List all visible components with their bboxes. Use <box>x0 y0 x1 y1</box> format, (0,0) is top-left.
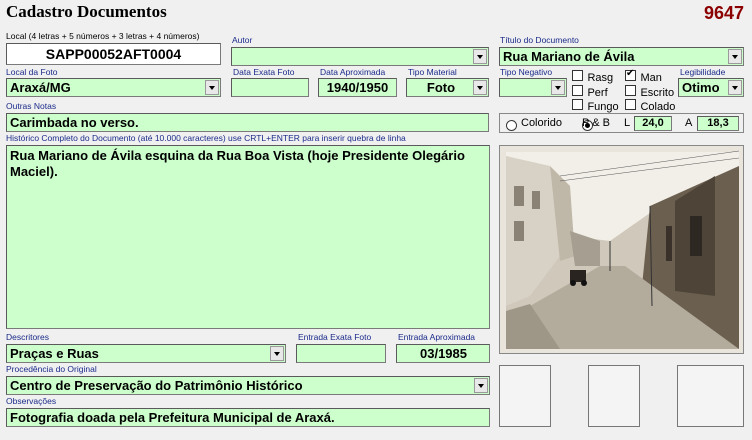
legibilidade-value: Otimo <box>682 80 720 95</box>
thumbnail-1[interactable] <box>499 365 551 427</box>
l-input[interactable]: 24,0 <box>634 116 672 131</box>
local-foto-value: Araxá/MG <box>10 80 71 95</box>
chevron-down-icon[interactable] <box>205 80 219 95</box>
autor-select[interactable] <box>231 47 489 66</box>
data-exata-foto-label: Data Exata Foto <box>233 67 295 77</box>
local-label: Local (4 letras + 5 números + 3 letras +… <box>6 31 200 41</box>
procedencia-label: Procedência do Original <box>6 364 97 374</box>
entrada-aproximada-label: Entrada Aproximada <box>398 332 476 342</box>
colorido-radio[interactable] <box>506 120 517 131</box>
data-aproximada-input[interactable]: 1940/1950 <box>318 78 397 97</box>
entrada-aproximada-input[interactable]: 03/1985 <box>396 344 490 363</box>
outras-notas-input[interactable]: Carimbada no verso. <box>6 113 489 132</box>
l-label: L <box>624 117 631 129</box>
observacoes-label: Observações <box>6 396 57 406</box>
chevron-down-icon[interactable] <box>474 378 488 393</box>
local-foto-label: Local da Foto <box>6 67 58 77</box>
record-number: 9647 <box>703 3 744 23</box>
local-foto-select[interactable]: Araxá/MG <box>6 78 221 97</box>
chevron-down-icon[interactable] <box>473 80 487 95</box>
outras-notas-label: Outras Notas <box>6 101 57 111</box>
colorido-label: Colorido <box>521 117 562 129</box>
tipo-material-select[interactable]: Foto <box>406 78 489 97</box>
page-title: Cadastro Documentos <box>6 2 167 21</box>
color-dimension-panel: Colorido P & B L 24,0 A 18,3 <box>499 113 744 133</box>
perf-checkbox[interactable] <box>572 85 583 96</box>
autor-label: Autor <box>232 35 253 45</box>
tipo-material-value: Foto <box>426 80 456 95</box>
tipo-material-label: Tipo Material <box>408 67 457 77</box>
procedencia-value: Centro de Preservação do Patrimônio Hist… <box>10 378 303 393</box>
data-aproximada-label: Data Aproximada <box>320 67 386 77</box>
chevron-down-icon[interactable] <box>728 49 742 64</box>
historico-label: Histórico Completo do Documento (até 10.… <box>6 133 406 143</box>
thumbnail-2[interactable] <box>588 365 640 427</box>
local-input[interactable]: SAPP00052AFT0004 <box>6 43 221 65</box>
rasg-checkbox[interactable] <box>572 70 583 81</box>
document-photo <box>499 145 744 354</box>
descritores-select[interactable]: Praças e Ruas <box>6 344 286 363</box>
entrada-exata-label: Entrada Exata Foto <box>298 332 372 342</box>
tipo-negativo-select[interactable] <box>499 78 567 97</box>
colado-checkbox[interactable] <box>625 99 636 110</box>
fungo-label: Fungo <box>587 101 619 113</box>
chevron-down-icon[interactable] <box>270 346 284 361</box>
pb-label: P & B <box>582 117 610 129</box>
titulo-value: Rua Mariano de Ávila <box>503 49 635 64</box>
chevron-down-icon[interactable] <box>473 49 487 64</box>
a-input[interactable]: 18,3 <box>697 116 739 131</box>
legibilidade-select[interactable]: Otimo <box>678 78 744 97</box>
descritores-label: Descritores <box>6 332 49 342</box>
colado-label: Colado <box>640 101 676 113</box>
data-exata-foto-input[interactable] <box>231 78 309 97</box>
chevron-down-icon[interactable] <box>728 80 742 95</box>
descritores-value: Praças e Ruas <box>10 346 99 361</box>
chevron-down-icon[interactable] <box>551 80 565 95</box>
titulo-label: Título do Documento <box>500 35 579 45</box>
legibilidade-label: Legibilidade <box>680 67 726 77</box>
entrada-exata-input[interactable] <box>296 344 386 363</box>
historico-textarea[interactable]: Rua Mariano de Ávila esquina da Rua Boa … <box>6 145 490 329</box>
observacoes-input[interactable]: Fotografia doada pela Prefeitura Municip… <box>6 408 490 427</box>
a-label: A <box>685 117 693 129</box>
street-photo-image <box>500 146 743 353</box>
tipo-negativo-label: Tipo Negativo <box>500 67 553 77</box>
escrito-checkbox[interactable] <box>625 85 636 96</box>
man-checkbox[interactable] <box>625 68 636 81</box>
fungo-checkbox[interactable] <box>572 99 583 110</box>
titulo-select[interactable]: Rua Mariano de Ávila <box>499 47 744 66</box>
procedencia-select[interactable]: Centro de Preservação do Patrimônio Hist… <box>6 376 490 395</box>
thumbnail-3[interactable] <box>677 365 744 427</box>
